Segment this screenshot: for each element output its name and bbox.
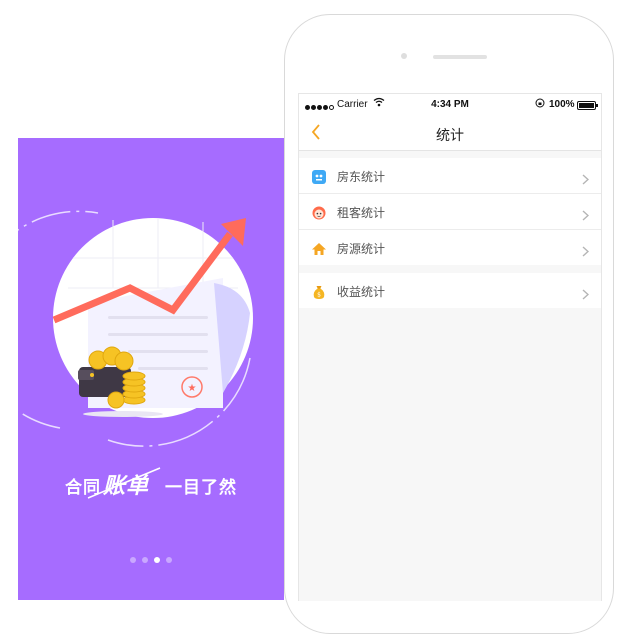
slogan-part-2: 账单	[102, 474, 149, 499]
svg-text:$: $	[317, 292, 321, 299]
list-item-landlord-stats[interactable]: 房东统计	[299, 158, 601, 194]
pager-dot-active[interactable]	[154, 557, 160, 563]
house-icon	[312, 241, 326, 255]
slogan-part-3: 一目了然	[165, 478, 237, 498]
page-title: 统计	[436, 128, 464, 144]
pager-dot[interactable]	[130, 557, 136, 563]
tenant-icon	[312, 205, 326, 220]
chevron-right-icon	[582, 170, 590, 189]
slogan-part-1: 合同	[64, 478, 101, 498]
list-item-income-stats[interactable]: $ 收益统计	[299, 273, 601, 308]
battery-icon	[577, 101, 598, 110]
list-item-label: 租客统计	[337, 206, 386, 220]
chevron-right-icon	[582, 206, 590, 225]
promo-card: ★ 合同账单 一目了然	[18, 138, 284, 600]
landlord-icon	[312, 169, 326, 184]
pager-dots[interactable]	[18, 548, 284, 567]
promo-illustration: ★	[18, 210, 253, 499]
phone-screen: Carrier 4:34 PM 100% 统计 房东统计 租客统计 房源统计 $…	[298, 93, 602, 601]
orientation-lock-icon	[535, 98, 545, 111]
phone-camera	[401, 53, 407, 59]
chevron-right-icon	[582, 242, 590, 261]
list-item-label: 房东统计	[337, 170, 386, 184]
list-item-label: 收益统计	[337, 285, 386, 299]
list-item-house-stats[interactable]: 房源统计	[299, 230, 601, 265]
nav-bar: 统计	[299, 116, 601, 151]
stats-group-people: 房东统计 租客统计 房源统计	[299, 158, 601, 265]
svg-text:★: ★	[188, 383, 197, 394]
battery-percentage: 100%	[549, 99, 575, 110]
pager-dot[interactable]	[142, 557, 148, 563]
pager-dot[interactable]	[166, 557, 172, 563]
status-bar: Carrier 4:34 PM 100%	[299, 94, 601, 116]
phone-speaker	[433, 55, 487, 59]
list-item-tenant-stats[interactable]: 租客统计	[299, 194, 601, 230]
promo-slogan: 合同账单 一目了然	[18, 468, 284, 500]
stats-group-income: $ 收益统计	[299, 273, 601, 308]
list-item-label: 房源统计	[337, 242, 386, 256]
chevron-right-icon	[582, 285, 590, 304]
money-bag-icon: $	[312, 284, 326, 299]
